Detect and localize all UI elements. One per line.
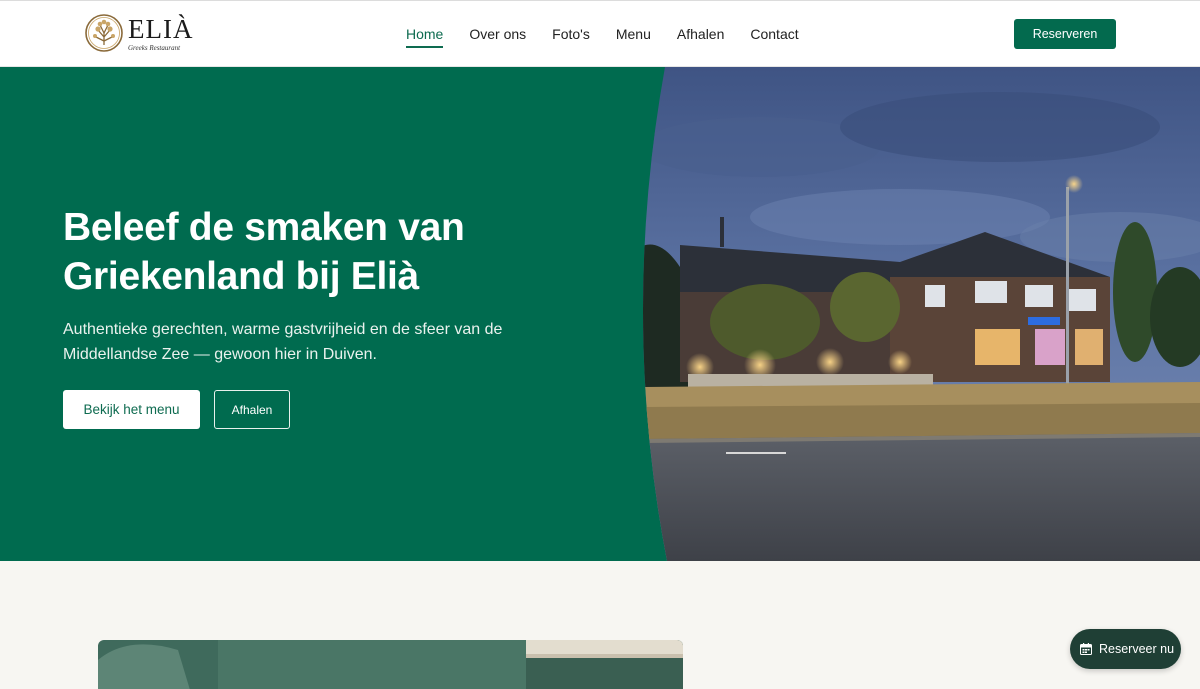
brand-tagline: Greeks Restaurant xyxy=(128,44,181,52)
hero-subtitle: Authentieke gerechten, warme gastvrijhei… xyxy=(63,321,503,363)
restaurant-building-photo xyxy=(642,67,1200,561)
fab-label: Reserveer nu xyxy=(1099,642,1175,656)
hero-section: Beleef de smaken van Griekenland bij Eli… xyxy=(0,67,1200,561)
site-header: ELIÀ Greeks Restaurant Home Over ons Fot… xyxy=(0,0,1200,67)
olive-tree-logo-icon xyxy=(85,14,123,52)
nav-home[interactable]: Home xyxy=(406,25,444,48)
nav-menu[interactable]: Menu xyxy=(616,25,651,43)
nav-contact[interactable]: Contact xyxy=(750,25,798,43)
nav-afhalen[interactable]: Afhalen xyxy=(677,25,724,43)
interior-photo xyxy=(98,640,683,689)
brand-name: ELIÀ xyxy=(128,14,194,44)
reserveren-button[interactable]: Reserveren xyxy=(1014,19,1116,49)
bekijk-menu-button[interactable]: Bekijk het menu xyxy=(63,390,200,429)
logo[interactable]: ELIÀ Greeks Restaurant xyxy=(84,13,194,55)
reserveer-nu-fab[interactable]: Reserveer nu xyxy=(1070,629,1181,669)
main-nav: Home Over ons Foto's Menu Afhalen Contac… xyxy=(406,25,825,48)
intro-section xyxy=(0,561,1200,689)
hero-title: Beleef de smaken van Griekenland bij Eli… xyxy=(63,206,465,298)
afhalen-button[interactable]: Afhalen xyxy=(214,390,290,429)
calendar-icon xyxy=(1080,643,1092,655)
nav-fotos[interactable]: Foto's xyxy=(552,25,590,43)
hero-actions: Bekijk het menu Afhalen xyxy=(63,390,290,429)
nav-over-ons[interactable]: Over ons xyxy=(469,25,526,43)
